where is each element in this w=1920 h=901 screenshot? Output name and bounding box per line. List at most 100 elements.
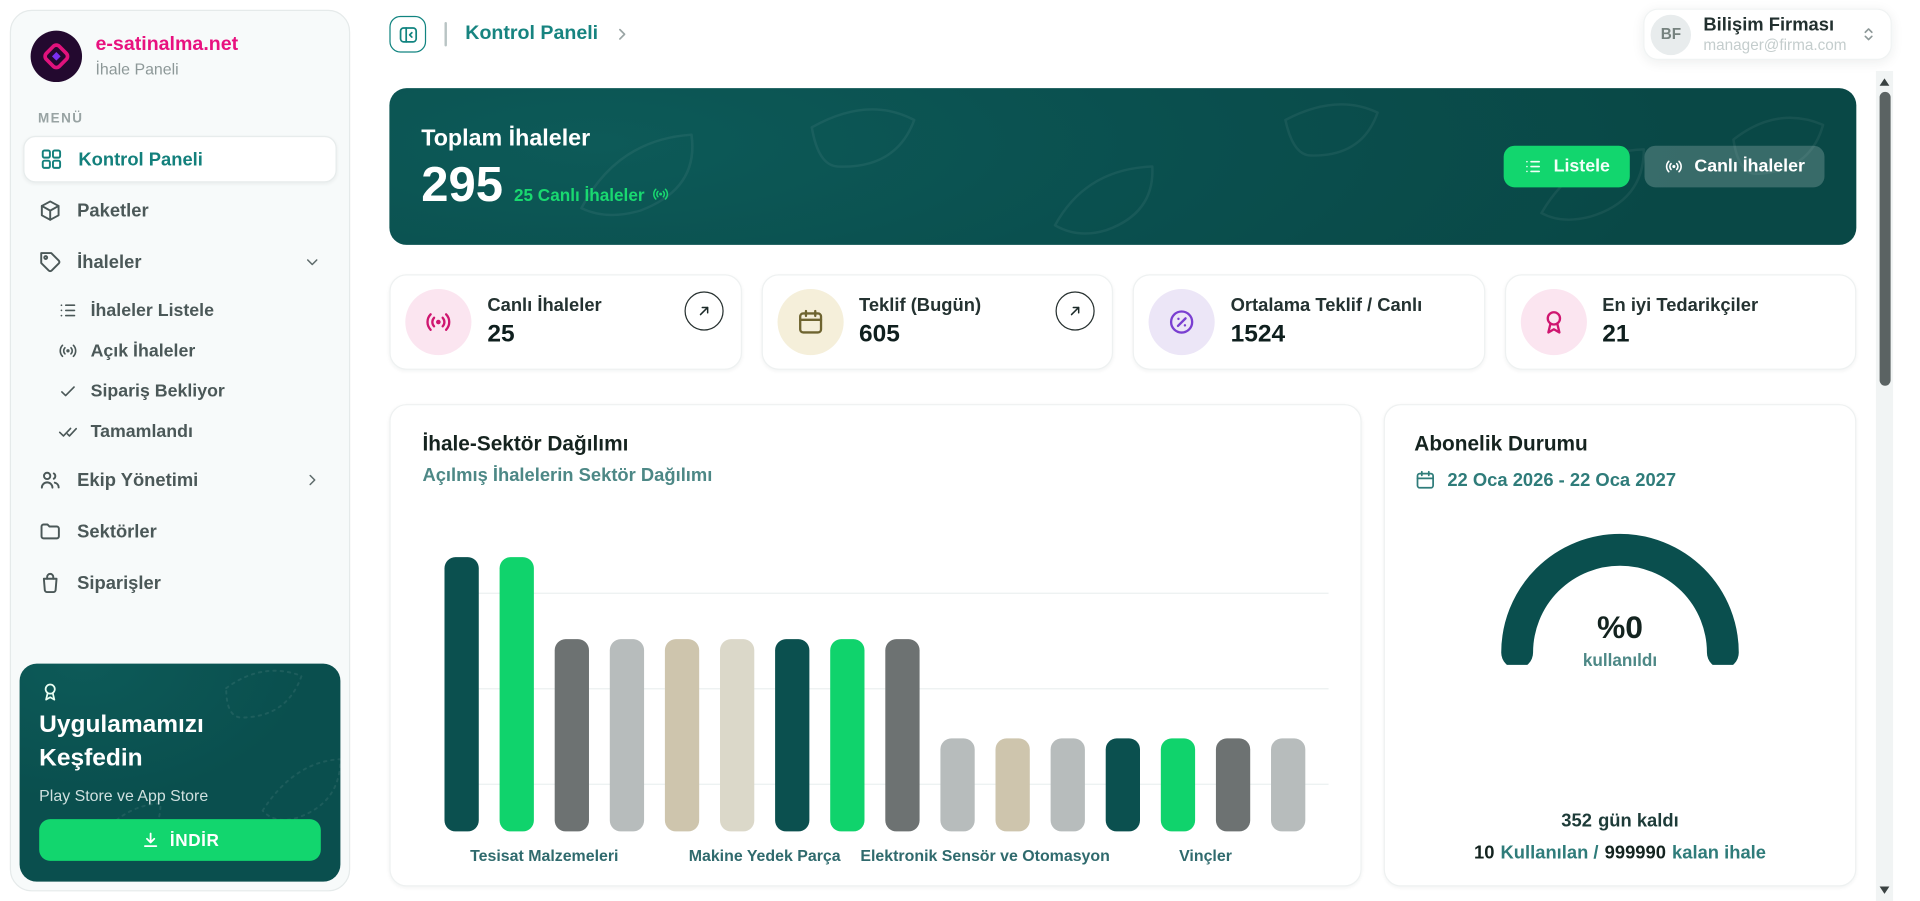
tag-icon — [38, 250, 62, 274]
sidebar-item-sektorler[interactable]: Sektörler — [23, 508, 336, 555]
broadcast-icon — [1664, 157, 1684, 177]
breadcrumb[interactable]: Kontrol Paneli — [465, 23, 598, 45]
chart-bar — [500, 557, 534, 831]
sidebar-item-label: Paketler — [77, 200, 148, 221]
stat-card-en-iyi-tedarikciler: En iyi Tedarikçiler 21 — [1504, 274, 1856, 370]
download-button[interactable]: İNDİR — [39, 819, 321, 861]
menu-section-label: MENÜ — [11, 92, 349, 131]
chart-category-label: Tesisat Malzemeleri — [444, 846, 644, 864]
chart-bar — [1051, 738, 1085, 831]
usage-summary: 10 Kullanılan / 999990 kalan ihale — [1474, 842, 1766, 863]
sidebar-item-label: Sektörler — [77, 521, 157, 542]
canli-ihaleler-button[interactable]: Canlı İhaleler — [1644, 146, 1824, 188]
check-icon — [58, 381, 79, 402]
breadcrumb-chevron-icon — [614, 26, 631, 43]
chevron-right-icon — [302, 470, 322, 490]
sidebar-item-kontrol-paneli[interactable]: Kontrol Paneli — [23, 136, 336, 183]
bar-group — [885, 639, 1085, 831]
package-icon — [38, 198, 62, 222]
usage-gauge: %0 kullanıldı — [1485, 518, 1754, 665]
sidebar-subitem-label: Sipariş Bekliyor — [91, 381, 225, 401]
brand: e-satinalma.net İhale Paneli — [11, 11, 349, 92]
double-check-icon — [58, 421, 79, 442]
list-icon — [58, 300, 79, 321]
stat-title: Teklif (Bugün) — [859, 295, 981, 316]
bar-group — [1106, 738, 1306, 831]
scroll-down-arrow[interactable] — [1880, 887, 1890, 894]
promo-title: Uygulamamızı Keşfedin — [39, 709, 266, 775]
user-menu[interactable]: BF Bilişim Firması manager@firma.com — [1643, 9, 1891, 60]
hero-banner: Toplam İhaleler 295 25 Canlı İhaleler — [389, 88, 1856, 245]
sidebar-subitem-label: İhaleler Listele — [91, 301, 214, 321]
stat-value: 25 — [487, 321, 601, 349]
sidebar-subitem-label: Açık İhaleler — [91, 341, 196, 361]
brand-name: e-satinalma.net — [96, 34, 239, 56]
hero-total-value: 295 — [421, 161, 503, 208]
badge-icon — [39, 681, 61, 703]
stat-open-button[interactable] — [684, 291, 723, 330]
arrow-up-right-icon — [695, 302, 712, 319]
sidebar-subitem-tamamlandi[interactable]: Tamamlandı — [45, 411, 336, 451]
sidebar-subitem-acik-ihaleler[interactable]: Açık İhaleler — [45, 331, 336, 371]
stats-row: Canlı İhaleler 25 Teklif (Bugün) — [389, 274, 1856, 370]
sidebar-collapse-button[interactable] — [389, 16, 426, 53]
award-icon — [1539, 307, 1568, 336]
dashboard-icon — [39, 147, 63, 171]
download-icon — [140, 830, 160, 850]
sidebar-subitem-ihaleler-listele[interactable]: İhaleler Listele — [45, 290, 336, 330]
chart-bar — [720, 639, 754, 831]
charts-row: İhale-Sektör Dağılımı Açılmış İhalelerin… — [389, 404, 1856, 886]
sidebar-subitem-siparis-bekliyor[interactable]: Sipariş Bekliyor — [45, 371, 336, 411]
sidebar-submenu: İhaleler Listele Açık İhaleler Sipariş B… — [11, 290, 349, 452]
topbar: Kontrol Paneli BF Bilişim Firması manage… — [350, 0, 1920, 69]
sector-chart-card: İhale-Sektör Dağılımı Açılmış İhalelerin… — [389, 404, 1361, 886]
brand-subtitle: İhale Paneli — [96, 60, 239, 78]
chart-bar — [610, 639, 644, 831]
scroll-up-arrow[interactable] — [1880, 78, 1890, 85]
stat-title: Ortalama Teklif / Canlı — [1231, 295, 1423, 316]
chart-bar — [1271, 738, 1305, 831]
sidebar-subitem-label: Tamamlandı — [91, 422, 193, 442]
stat-title: En iyi Tedarikçiler — [1602, 295, 1758, 316]
subscription-card: Abonelik Durumu 22 Oca 2026 - 22 Oca 202… — [1384, 404, 1857, 886]
chart-category-label: Elektronik Sensör ve Otomasyon — [885, 846, 1085, 864]
scroll-thumb[interactable] — [1879, 92, 1890, 386]
stat-title: Canlı İhaleler — [487, 295, 601, 316]
listele-button[interactable]: Listele — [1503, 146, 1629, 188]
sidebar-item-ekip-yonetimi[interactable]: Ekip Yönetimi — [23, 457, 336, 504]
calendar-icon — [795, 307, 824, 336]
promo-card: Uygulamamızı Keşfedin Play Store ve App … — [20, 664, 341, 882]
bar-chart-plot — [444, 557, 1328, 831]
chart-title: İhale-Sektör Dağılımı — [422, 432, 1328, 456]
chart-bar — [830, 639, 864, 831]
sidebar-item-label: Kontrol Paneli — [78, 149, 203, 170]
folder-icon — [38, 519, 62, 543]
subscription-title: Abonelik Durumu — [1414, 432, 1587, 456]
sidebar-item-label: Siparişler — [77, 572, 161, 593]
sidebar-item-label: İhaleler — [77, 252, 141, 273]
sidebar-item-paketler[interactable]: Paketler — [23, 187, 336, 234]
avatar: BF — [1651, 14, 1691, 54]
promo-subtitle: Play Store ve App Store — [39, 786, 321, 804]
chart-bar — [1106, 738, 1140, 831]
main-area: Kontrol Paneli BF Bilişim Firması manage… — [350, 0, 1920, 901]
broadcast-icon — [58, 340, 79, 361]
stat-card-ortalama-teklif: Ortalama Teklif / Canlı 1524 — [1133, 274, 1485, 370]
sidebar-item-siparisler[interactable]: Siparişler — [23, 560, 336, 607]
chart-bar — [444, 557, 478, 831]
chart-bar — [555, 639, 589, 831]
arrow-up-right-icon — [1067, 302, 1084, 319]
sidebar-nav: Kontrol Paneli Paketler İhaleler — [11, 136, 349, 606]
user-name: Bilişim Firması — [1703, 14, 1846, 35]
broadcast-icon — [652, 185, 670, 203]
chart-bar — [1216, 738, 1250, 831]
sidebar-item-ihaleler[interactable]: İhaleler — [23, 239, 336, 286]
stat-open-button[interactable] — [1056, 291, 1095, 330]
bag-icon — [38, 571, 62, 595]
hero-live-count: 25 Canlı İhaleler — [514, 184, 670, 207]
stat-card-teklif-bugun: Teklif (Bugün) 605 — [761, 274, 1113, 370]
hero-title: Toplam İhaleler — [421, 126, 670, 153]
chart-bar — [775, 639, 809, 831]
list-icon — [1523, 157, 1543, 177]
scrollbar[interactable] — [1876, 71, 1893, 901]
